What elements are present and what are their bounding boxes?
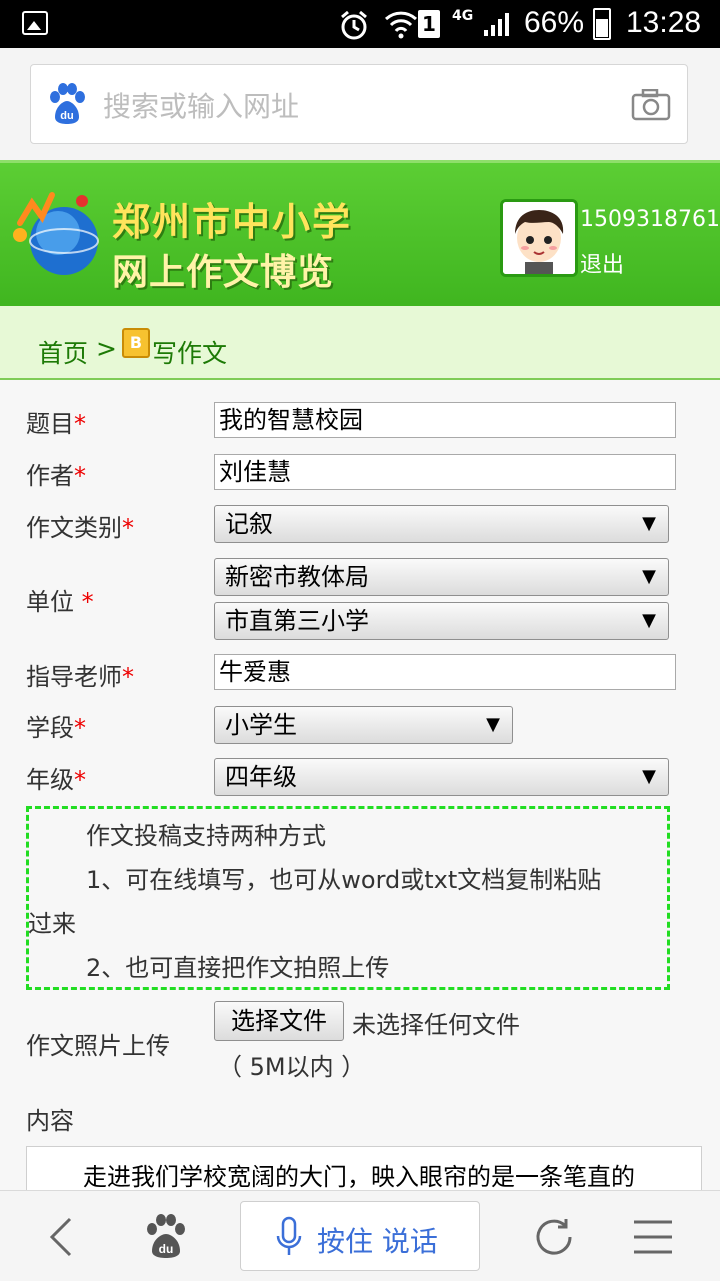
battery-percent: 66% bbox=[524, 6, 585, 39]
logout-link[interactable]: 退出 bbox=[580, 247, 624, 279]
dropdown-arrow-icon: ▼ bbox=[642, 566, 656, 587]
content-text: 走进我们学校宽阔的大门，映入眼帘的是一条笔直的 bbox=[83, 1163, 635, 1191]
username: 15093187618 bbox=[580, 207, 720, 232]
microphone-icon bbox=[276, 1216, 302, 1255]
file-status: 未选择任何文件 bbox=[352, 1011, 520, 1039]
dropdown-arrow-icon: ▼ bbox=[642, 513, 656, 534]
teacher-label: 指导老师* bbox=[26, 663, 134, 691]
signal-icon bbox=[484, 13, 509, 36]
search-input[interactable]: du 搜索或输入网址 bbox=[30, 64, 688, 144]
upload-label: 作文照片上传 bbox=[26, 1032, 170, 1060]
menu-icon[interactable] bbox=[632, 1219, 674, 1255]
stage-label: 学段* bbox=[26, 714, 86, 742]
logo-title-line2: 网上作文博览 bbox=[112, 252, 335, 293]
globe-logo-icon bbox=[13, 192, 99, 275]
choose-file-button[interactable]: 选择文件 bbox=[214, 1001, 344, 1041]
author-input[interactable]: 刘佳慧 bbox=[214, 454, 676, 490]
notepad-icon: B bbox=[122, 328, 150, 358]
voice-search-button[interactable]: 按住 说话 bbox=[240, 1201, 480, 1271]
dropdown-arrow-icon: ▼ bbox=[642, 610, 656, 631]
unit-bureau-select-value: 新密市教体局 bbox=[225, 563, 369, 591]
author-label: 作者* bbox=[26, 462, 86, 490]
breadcrumb-current: 写作文 bbox=[152, 339, 228, 368]
notice-line-2: 1、可在线填写，也可从word或txt文档复制粘贴 bbox=[86, 866, 602, 894]
category-select-value: 记叙 bbox=[225, 510, 273, 538]
sim-card-icon: 1 bbox=[418, 10, 440, 38]
category-select[interactable]: 记叙 ▼ bbox=[214, 505, 669, 543]
notice-line-1: 作文投稿支持两种方式 bbox=[86, 822, 326, 850]
teacher-input[interactable]: 牛爱惠 bbox=[214, 654, 676, 690]
back-icon[interactable] bbox=[46, 1215, 76, 1259]
dropdown-arrow-icon: ▼ bbox=[642, 766, 656, 787]
sim-slot-number: 1 bbox=[422, 12, 436, 36]
grade-select[interactable]: 四年级 ▼ bbox=[214, 758, 669, 796]
svg-text:du: du bbox=[60, 110, 73, 122]
title-input[interactable]: 我的智慧校园 bbox=[214, 402, 676, 438]
svg-text:du: du bbox=[159, 1242, 174, 1256]
baidu-home-icon[interactable]: du bbox=[144, 1213, 188, 1259]
breadcrumb-home-link[interactable]: 首页 bbox=[38, 334, 88, 370]
alarm-icon bbox=[341, 10, 367, 40]
refresh-icon[interactable] bbox=[532, 1215, 576, 1259]
title-label: 题目* bbox=[26, 410, 86, 438]
status-bar: 1 4G 66% 13:28 bbox=[0, 0, 720, 48]
avatar-cartoon-icon bbox=[503, 202, 575, 274]
breadcrumb-separator: > bbox=[96, 334, 117, 363]
notepad-icon-badge: B bbox=[129, 333, 143, 352]
search-placeholder: 搜索或输入网址 bbox=[103, 90, 300, 123]
camera-icon[interactable] bbox=[631, 89, 671, 121]
unit-school-select-value: 市直第三小学 bbox=[225, 607, 369, 635]
voice-button-label: 按住 说话 bbox=[317, 1225, 438, 1258]
site-header: 郑州市中小学 网上作文博览 15093187618 退出 bbox=[0, 160, 720, 309]
browser-toolbar: du 搜索或输入网址 bbox=[0, 48, 720, 160]
gallery-notification-icon bbox=[22, 11, 48, 35]
grade-select-value: 四年级 bbox=[225, 763, 297, 791]
unit-bureau-select[interactable]: 新密市教体局 ▼ bbox=[214, 558, 669, 596]
content-label: 内容 bbox=[26, 1107, 74, 1135]
notice-line-3: 2、也可直接把作文拍照上传 bbox=[86, 954, 390, 982]
wifi-icon bbox=[384, 11, 418, 39]
notice-line-2-wrap: 过来 bbox=[28, 910, 76, 938]
battery-icon bbox=[593, 8, 611, 40]
stage-select-value: 小学生 bbox=[225, 711, 297, 739]
breadcrumb: 首页 > B 写作文 bbox=[0, 306, 720, 380]
category-label: 作文类别* bbox=[26, 514, 134, 542]
stage-select[interactable]: 小学生 ▼ bbox=[214, 706, 513, 744]
baidu-paw-icon: du bbox=[50, 83, 85, 124]
grade-label: 年级* bbox=[26, 766, 86, 794]
dropdown-arrow-icon: ▼ bbox=[486, 714, 500, 735]
unit-school-select[interactable]: 市直第三小学 ▼ bbox=[214, 602, 669, 640]
upload-size-hint: （ 5M以内 ） bbox=[218, 1053, 366, 1081]
network-type: 4G bbox=[452, 8, 474, 24]
unit-label: 单位 * bbox=[26, 588, 94, 616]
logo-title-line1: 郑州市中小学 bbox=[112, 200, 353, 244]
clock: 13:28 bbox=[626, 6, 702, 39]
user-avatar[interactable] bbox=[500, 199, 578, 277]
browser-bottom-nav: du 按住 说话 bbox=[0, 1190, 720, 1281]
